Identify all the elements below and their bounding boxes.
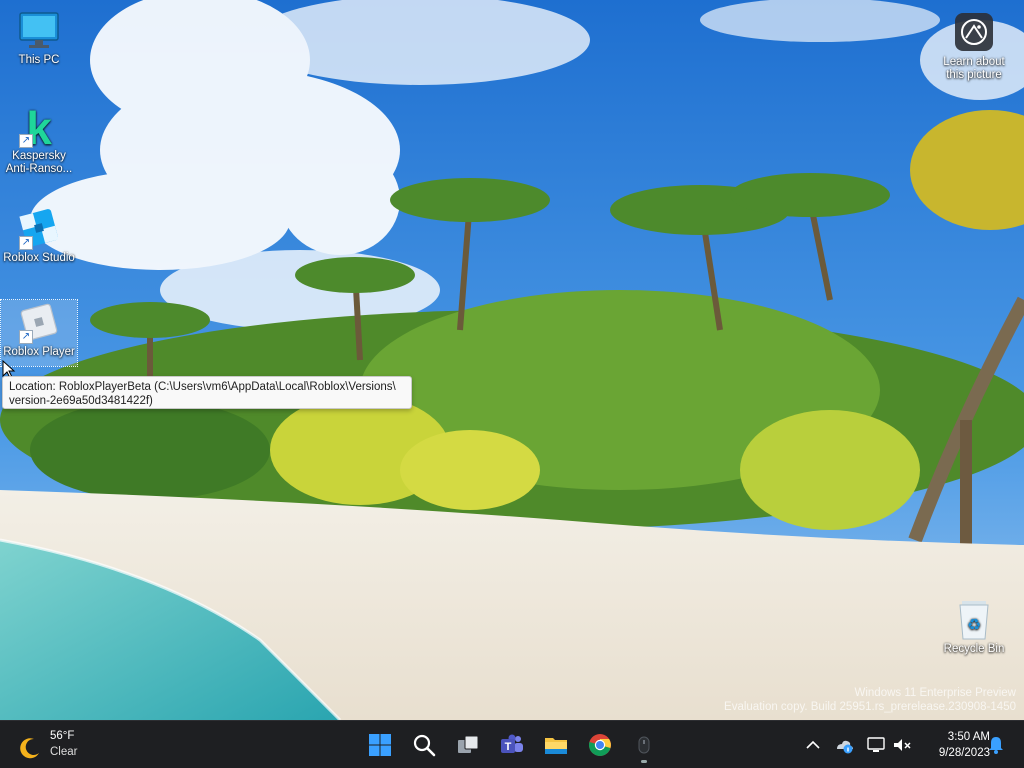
monitor-icon	[17, 8, 61, 52]
teams-icon: T	[501, 734, 523, 753]
desktop-wallpaper	[0, 0, 1024, 720]
desktop-icon-label: Roblox Studio	[3, 252, 75, 264]
running-indicator	[641, 760, 647, 763]
tooltip-line: Location: RobloxPlayerBeta (C:\Users\vm6…	[9, 381, 396, 393]
moon-icon	[20, 738, 39, 759]
desktop-icon-label: Kaspersky Anti-Ranso...	[5, 150, 73, 175]
network-icon[interactable]	[866, 735, 886, 755]
desktop-icon-kaspersky[interactable]: k ↗ Kaspersky Anti-Ranso...	[1, 102, 77, 176]
search-icon	[413, 734, 436, 757]
svg-text:♻: ♻	[967, 615, 981, 634]
desktop-icon-label: Recycle Bin	[943, 643, 1005, 655]
file-explorer-icon	[545, 738, 567, 754]
desktop-icon-roblox-studio[interactable]: ↗ Roblox Studio	[1, 206, 77, 265]
windows-watermark: Windows 11 Enterprise Preview Evaluation…	[724, 686, 1016, 714]
clock-time: 3:50 AM	[947, 731, 990, 743]
onedrive-info-icon[interactable]	[834, 735, 854, 755]
volume-muted-icon[interactable]	[892, 735, 912, 755]
watermark-line: Windows 11 Enterprise Preview	[854, 687, 1017, 699]
camera-info-icon	[952, 10, 996, 54]
desktop-icon-label: Roblox Player	[3, 346, 75, 358]
tooltip-line: version-2e69a50d3481422f)	[9, 395, 153, 407]
notification-bell-icon[interactable]	[986, 735, 1006, 755]
task-view-icon	[458, 735, 479, 753]
taskbar: 56°F Clear T 3:50 AM 9/28/2023	[0, 720, 1024, 768]
weather-temperature: 56°F	[50, 730, 75, 742]
task-view-button[interactable]	[450, 727, 486, 763]
svg-text:T: T	[505, 741, 512, 753]
shortcut-arrow-icon: ↗	[19, 134, 33, 148]
kaspersky-icon: k ↗	[17, 102, 61, 154]
start-icon	[369, 734, 391, 756]
desktop-icon-roblox-player[interactable]: ↗ Roblox Player	[0, 299, 78, 367]
roblox-player-icon	[638, 736, 650, 754]
roblox-player-icon: ↗	[17, 300, 61, 344]
roblox-studio-icon: ↗	[17, 206, 61, 250]
desktop-icon-label: This PC	[18, 54, 60, 66]
desktop-icon-this-pc[interactable]: This PC	[1, 8, 77, 67]
search-button[interactable]	[406, 727, 442, 763]
weather-condition: Clear	[50, 746, 78, 758]
chevron-up-icon[interactable]	[803, 735, 823, 755]
file-explorer-button[interactable]	[538, 727, 574, 763]
shortcut-arrow-icon: ↗	[19, 330, 33, 344]
chrome-icon	[588, 734, 611, 756]
weather-widget[interactable]: 56°F Clear	[14, 728, 104, 762]
desktop-icon-label: Learn about this picture	[943, 56, 1005, 81]
chrome-button[interactable]	[582, 727, 618, 763]
teams-button[interactable]: T	[494, 727, 530, 763]
shortcut-arrow-icon: ↗	[19, 236, 33, 250]
recycle-bin-icon: ♻	[952, 597, 996, 641]
desktop-icon-recycle-bin[interactable]: ♻ Recycle Bin	[936, 597, 1012, 656]
start-button[interactable]	[362, 727, 398, 763]
watermark-line: Evaluation copy. Build 25951.rs_prerelea…	[724, 701, 1016, 713]
clock-date: 9/28/2023	[938, 747, 990, 759]
roblox-player-taskbar-button[interactable]	[626, 727, 662, 763]
desktop-icon-learn-about-picture[interactable]: Learn about this picture	[936, 10, 1012, 82]
location-tooltip: Location: RobloxPlayerBeta (C:\Users\vm6…	[2, 376, 412, 409]
system-clock[interactable]: 3:50 AM 9/28/2023	[918, 729, 990, 761]
